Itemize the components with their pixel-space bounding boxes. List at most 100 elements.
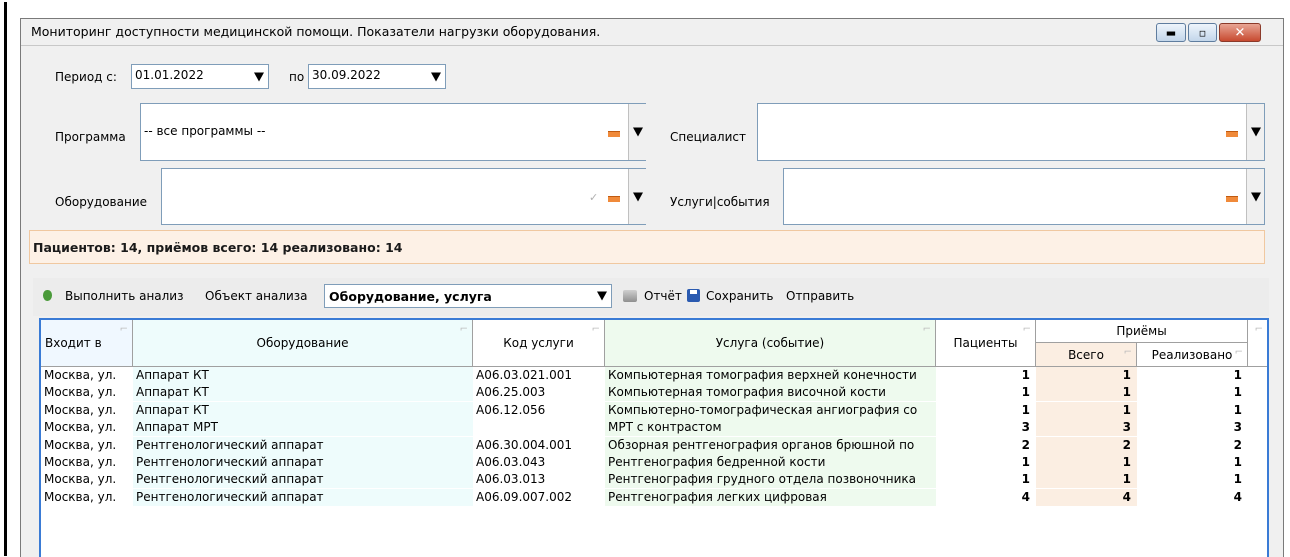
- cell-equipment[interactable]: Рентгенологический аппарат: [133, 436, 473, 454]
- cell-equipment[interactable]: Аппарат КТ: [133, 367, 473, 384]
- cell-service[interactable]: Компьютерно-томографическая ангиография …: [605, 401, 936, 419]
- cell-done[interactable]: 1: [1137, 401, 1248, 419]
- cell-equipment[interactable]: Рентгенологический аппарат: [133, 471, 473, 489]
- specialist-clear-button[interactable]: [1226, 131, 1238, 137]
- analysis-object-dropdown-button[interactable]: [593, 285, 611, 307]
- program-dropdown-button[interactable]: [628, 104, 646, 160]
- column-header-in[interactable]: Входит в ⌐: [41, 320, 133, 367]
- cell-total[interactable]: 1: [1036, 454, 1137, 471]
- specialist-field[interactable]: [757, 103, 1265, 161]
- cell-patients[interactable]: 4: [936, 488, 1036, 506]
- program-clear-button[interactable]: [608, 131, 620, 137]
- cell-equipment[interactable]: Рентгенологический аппарат: [133, 454, 473, 471]
- cell-code[interactable]: A06.12.056: [473, 401, 605, 419]
- report-button[interactable]: Отчёт: [644, 289, 682, 303]
- equipment-field[interactable]: [161, 168, 646, 225]
- cell-total[interactable]: 1: [1036, 471, 1137, 489]
- cell-total[interactable]: 2: [1036, 436, 1137, 454]
- cell-equipment[interactable]: Аппарат КТ: [133, 384, 473, 402]
- cell-in[interactable]: Москва, ул.: [41, 384, 133, 402]
- program-field[interactable]: -- все программы --: [140, 103, 646, 161]
- cell-patients[interactable]: 1: [936, 384, 1036, 402]
- cell-service[interactable]: Рентгенография бедренной кости: [605, 454, 936, 471]
- cell-patients[interactable]: 1: [936, 367, 1036, 384]
- minimize-button[interactable]: ▬: [1156, 23, 1186, 42]
- cell-in[interactable]: Москва, ул.: [41, 401, 133, 419]
- column-header-code[interactable]: Код услуги ⌐: [473, 320, 605, 367]
- chevron-down-icon: [597, 291, 607, 301]
- cell-code[interactable]: A06.03.021.001: [473, 367, 605, 384]
- cell-service[interactable]: Обзорная рентгенография органов брюшной …: [605, 436, 936, 454]
- filter-icon[interactable]: ⌐: [1124, 347, 1132, 358]
- cell-equipment[interactable]: Аппарат КТ: [133, 401, 473, 419]
- filter-icon[interactable]: ⌐: [1255, 324, 1263, 335]
- close-button[interactable]: ✕: [1219, 23, 1261, 42]
- cell-in[interactable]: Москва, ул.: [41, 488, 133, 506]
- column-header-done[interactable]: Реализовано ⌐: [1137, 343, 1248, 367]
- filter-icon[interactable]: ⌐: [1235, 347, 1243, 358]
- cell-code[interactable]: A06.03.043: [473, 454, 605, 471]
- equipment-clear-button[interactable]: [608, 196, 620, 202]
- cell-equipment[interactable]: Рентгенологический аппарат: [133, 488, 473, 506]
- cell-service[interactable]: Рентгенография легких цифровая: [605, 488, 936, 506]
- filter-icon[interactable]: ⌐: [592, 324, 600, 335]
- column-header-patients[interactable]: Пациенты ⌐: [936, 320, 1036, 367]
- cell-service[interactable]: Компьютерная томография височной кости: [605, 384, 936, 402]
- cell-code[interactable]: A06.03.013: [473, 471, 605, 489]
- analysis-object-select[interactable]: Оборудование, услуга: [324, 284, 612, 308]
- filter-icon[interactable]: ⌐: [460, 324, 468, 335]
- cell-service[interactable]: Компьютерная томография верхней конечнос…: [605, 367, 936, 384]
- cell-service[interactable]: МРТ с контрастом: [605, 419, 936, 437]
- cell-in[interactable]: Москва, ул.: [41, 367, 133, 384]
- maximize-button[interactable]: ▫: [1188, 23, 1217, 42]
- cell-patients[interactable]: 1: [936, 471, 1036, 489]
- cell-done[interactable]: 1: [1137, 471, 1248, 489]
- cell-code[interactable]: A06.30.004.001: [473, 436, 605, 454]
- cell-total[interactable]: 4: [1036, 488, 1137, 506]
- cell-total[interactable]: 1: [1036, 384, 1137, 402]
- cell-done[interactable]: 1: [1137, 454, 1248, 471]
- cell-total[interactable]: 3: [1036, 419, 1137, 437]
- cell-patients[interactable]: 1: [936, 401, 1036, 419]
- cell-code[interactable]: A06.09.007.002: [473, 488, 605, 506]
- cell-total[interactable]: 1: [1036, 401, 1137, 419]
- results-grid[interactable]: Входит в ⌐ Оборудование ⌐ Код услуги ⌐ Услу…: [39, 318, 1269, 557]
- cell-in[interactable]: Москва, ул.: [41, 436, 133, 454]
- send-button[interactable]: Отправить: [786, 289, 854, 303]
- filter-icon[interactable]: ⌐: [923, 324, 931, 335]
- cell-in[interactable]: Москва, ул.: [41, 454, 133, 471]
- specialist-dropdown-button[interactable]: [1246, 104, 1264, 160]
- cell-code[interactable]: A06.25.003: [473, 384, 605, 402]
- save-button[interactable]: Сохранить: [706, 289, 774, 303]
- cell-code[interactable]: [473, 419, 605, 437]
- column-header-extra[interactable]: ⌐: [1248, 320, 1267, 367]
- services-clear-button[interactable]: [1226, 196, 1238, 202]
- period-to-picker[interactable]: 30.09.2022: [308, 64, 446, 89]
- column-header-service[interactable]: Услуга (событие) ⌐: [605, 320, 936, 367]
- period-from-label: Период с:: [55, 70, 117, 84]
- column-header-total[interactable]: Всего ⌐: [1036, 343, 1137, 367]
- period-from-picker[interactable]: 01.01.2022: [131, 64, 269, 89]
- services-field[interactable]: [783, 168, 1265, 225]
- cell-service[interactable]: Рентгенография грудного отдела позвоночн…: [605, 471, 936, 489]
- filter-icon[interactable]: ⌐: [1023, 324, 1031, 335]
- run-analysis-button[interactable]: Выполнить анализ: [65, 289, 184, 303]
- cell-total[interactable]: 1: [1036, 367, 1137, 384]
- cell-done[interactable]: 1: [1137, 367, 1248, 384]
- equipment-dropdown-button[interactable]: [628, 169, 646, 224]
- cell-in[interactable]: Москва, ул.: [41, 419, 133, 437]
- cell-done[interactable]: 2: [1137, 436, 1248, 454]
- cell-done[interactable]: 1: [1137, 384, 1248, 402]
- cell-equipment[interactable]: Аппарат МРТ: [133, 419, 473, 437]
- column-header-equipment[interactable]: Оборудование ⌐: [133, 320, 473, 367]
- services-dropdown-button[interactable]: [1246, 169, 1264, 224]
- cell-patients[interactable]: 1: [936, 454, 1036, 471]
- cell-patients[interactable]: 3: [936, 419, 1036, 437]
- cell-in[interactable]: Москва, ул.: [41, 471, 133, 489]
- cell-patients[interactable]: 2: [936, 436, 1036, 454]
- cell-done[interactable]: 3: [1137, 419, 1248, 437]
- period-to-dropdown-button[interactable]: [427, 65, 445, 88]
- period-from-dropdown-button[interactable]: [250, 65, 268, 88]
- cell-done[interactable]: 4: [1137, 488, 1248, 506]
- filter-icon[interactable]: ⌐: [120, 324, 128, 335]
